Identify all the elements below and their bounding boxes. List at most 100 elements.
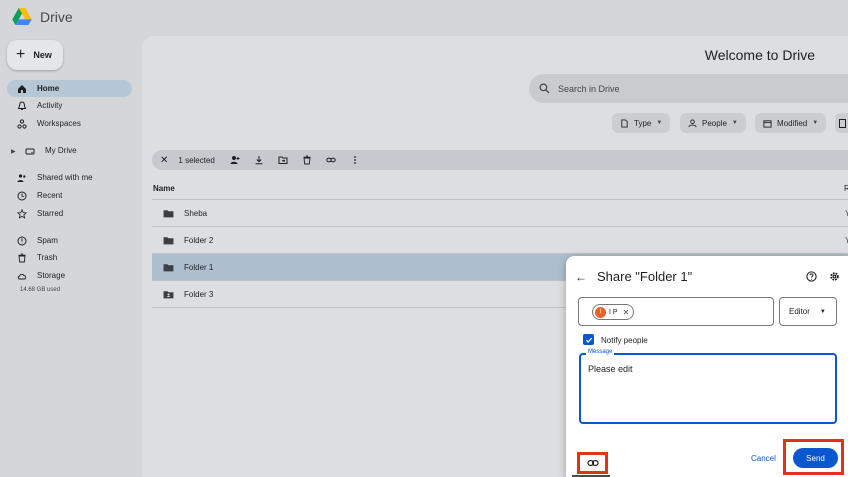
page-title: Welcome to Drive: [704, 47, 815, 63]
person-icon: [688, 118, 697, 127]
trash-icon[interactable]: [301, 154, 313, 166]
sidebar-item-recent[interactable]: Recent: [7, 187, 132, 204]
sidebar-item-label: Workspaces: [37, 119, 81, 128]
dialog-title: Share "Folder 1": [597, 269, 693, 284]
message-text: Please edit: [588, 364, 633, 374]
filter-people[interactable]: People ▼: [680, 113, 746, 133]
send-button[interactable]: Send: [793, 448, 838, 468]
row-name: Folder 1: [184, 262, 214, 272]
send-highlight: Send: [783, 439, 844, 475]
filter-type[interactable]: Type ▼: [612, 113, 671, 133]
sidebar-item-trash[interactable]: Trash: [7, 249, 132, 266]
sidebar-item-storage[interactable]: Storage: [7, 267, 132, 284]
move-to-folder-icon[interactable]: [277, 154, 289, 166]
sidebar-item-activity[interactable]: Activity: [7, 97, 132, 114]
sidebar-item-label: Trash: [37, 253, 58, 262]
search-icon: [539, 83, 550, 94]
remove-person-icon[interactable]: ✕: [623, 308, 630, 317]
row-name: Folder 3: [184, 289, 214, 299]
sidebar-item-my-drive[interactable]: My Drive: [15, 142, 132, 159]
sidebar-item-workspaces[interactable]: Workspaces: [7, 115, 132, 132]
drive-icon: [25, 148, 35, 154]
notify-checkbox[interactable]: [583, 334, 594, 345]
star-icon: [17, 208, 27, 219]
cloud-icon: [17, 273, 27, 279]
check-icon: [585, 337, 592, 343]
app-name: Drive: [40, 8, 73, 25]
new-button-label: New: [33, 50, 52, 60]
column-header-right: R: [844, 184, 848, 193]
sidebar-item-starred[interactable]: Starred: [7, 205, 132, 222]
filter-label: Modified: [777, 118, 808, 128]
share-dialog: ← Share "Folder 1" I I P ✕ Editor ▼ Noti…: [566, 256, 848, 477]
sidebar-item-label: Starred: [37, 209, 64, 218]
column-header-name[interactable]: Name: [153, 184, 175, 193]
folder-icon: [163, 236, 174, 244]
avatar: I: [595, 306, 606, 318]
cancel-button[interactable]: Cancel: [751, 454, 776, 463]
download-icon[interactable]: [253, 154, 265, 166]
filter-more-icon: [839, 118, 846, 128]
person-chip[interactable]: I I P ✕: [592, 304, 635, 320]
sidebar-item-label: Shared with me: [37, 173, 93, 182]
shared-folder-icon: [163, 290, 174, 298]
message-label: Message: [586, 349, 615, 355]
search-input[interactable]: Search in Drive: [529, 74, 848, 103]
back-arrow-icon[interactable]: ←: [575, 270, 587, 284]
workspaces-icon: [17, 118, 27, 129]
message-textarea[interactable]: Message Please edit: [579, 349, 837, 424]
person-chip-label: I P: [609, 308, 618, 316]
new-button[interactable]: + New: [7, 40, 63, 70]
dropdown-icon: ▼: [819, 308, 826, 315]
clock-icon: [17, 191, 27, 200]
role-select[interactable]: Editor ▼: [779, 297, 837, 326]
sidebar-item-label: Recent: [37, 191, 63, 200]
link-icon[interactable]: [325, 154, 337, 166]
filter-label: People: [702, 118, 727, 128]
sidebar-item-label: Storage: [37, 271, 66, 280]
calendar-icon: [763, 119, 772, 128]
sidebar-item-label: Activity: [37, 101, 63, 110]
help-icon[interactable]: [806, 271, 817, 282]
row-name: Folder 2: [184, 235, 214, 245]
folder-icon: [163, 263, 174, 271]
share-person-icon[interactable]: [229, 154, 241, 166]
sidebar-item-label: Spam: [37, 236, 58, 245]
row-name: Sheba: [184, 208, 208, 218]
people-icon: [17, 173, 26, 182]
home-icon: [18, 84, 26, 93]
clear-selection-icon[interactable]: ✕: [160, 155, 168, 166]
sidebar-item-shared-with-me[interactable]: Shared with me: [7, 169, 132, 186]
table-row[interactable]: Sheba: [152, 200, 848, 226]
filter-modified[interactable]: Modified ▼: [755, 113, 827, 133]
notify-label: Notify people: [601, 336, 648, 345]
copy-link-button[interactable]: [577, 452, 608, 474]
trash-icon: [18, 253, 26, 262]
filter-more[interactable]: [835, 113, 848, 133]
sidebar-item-label: My Drive: [45, 146, 77, 155]
bell-icon: [17, 100, 27, 110]
table-row[interactable]: Folder 2: [152, 227, 848, 253]
file-icon: [621, 118, 628, 128]
role-value: Editor: [789, 307, 810, 316]
spam-icon: [17, 236, 27, 245]
add-people-input[interactable]: I I P ✕: [578, 297, 774, 326]
drive-logo-icon: [12, 8, 32, 25]
sidebar-item-label: Home: [37, 84, 60, 93]
search-placeholder: Search in Drive: [558, 83, 620, 94]
drive-logo[interactable]: Drive: [12, 8, 73, 25]
filter-label: Type: [634, 118, 652, 128]
dropdown-icon: ▼: [812, 120, 819, 126]
sidebar-item-spam[interactable]: Spam: [7, 232, 132, 249]
selection-count: 1 selected: [178, 155, 215, 165]
storage-used: 14.68 GB used: [20, 287, 61, 293]
plus-icon: +: [16, 46, 26, 63]
sidebar-item-home[interactable]: Home: [7, 80, 132, 97]
link-icon: [586, 460, 599, 466]
more-vert-icon[interactable]: [349, 154, 361, 166]
dropdown-icon: ▼: [731, 120, 738, 126]
selection-toolbar: ✕ 1 selected: [152, 150, 848, 170]
gear-icon[interactable]: [829, 271, 840, 282]
folder-icon: [163, 209, 174, 217]
dropdown-icon: ▼: [656, 120, 663, 126]
